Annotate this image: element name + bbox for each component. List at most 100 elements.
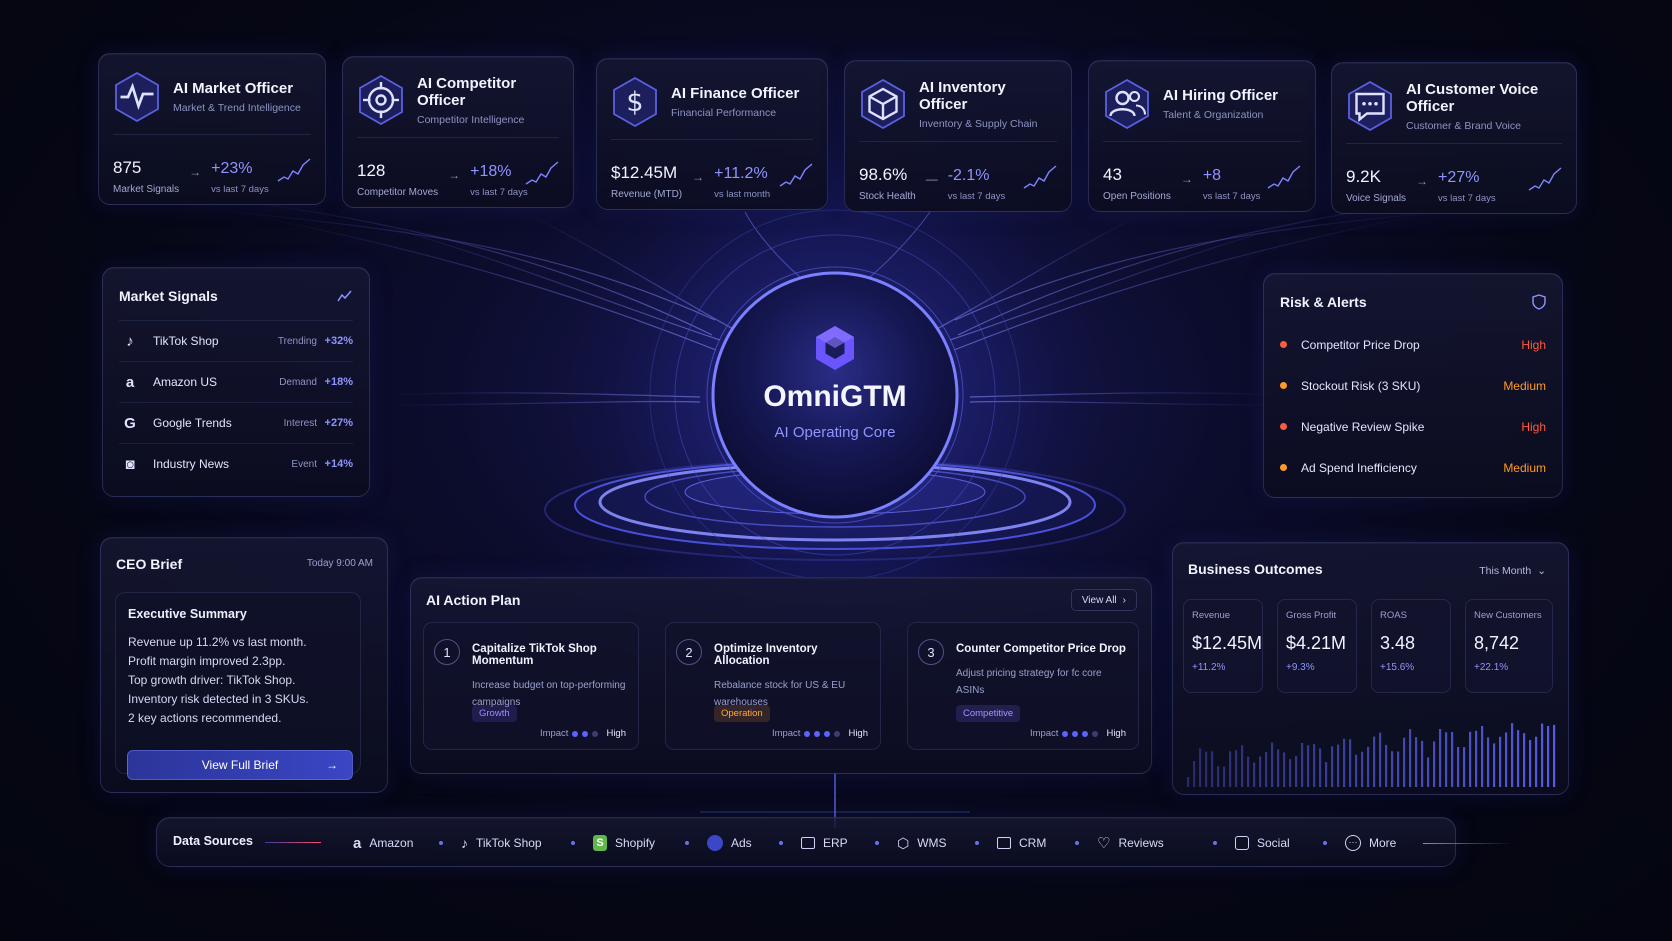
data-source-crm[interactable]: CRM bbox=[997, 820, 1046, 866]
kpi-label: Gross Profit bbox=[1286, 610, 1337, 621]
outcome-bar bbox=[1487, 737, 1490, 787]
action-tag: Growth bbox=[472, 705, 517, 722]
outcome-bar bbox=[1235, 750, 1238, 787]
kpi-change: +11.2% bbox=[1192, 662, 1226, 673]
outcome-bar bbox=[1265, 751, 1268, 787]
outcome-bar bbox=[1481, 725, 1484, 787]
data-source-label: Shopify bbox=[615, 836, 656, 850]
arrow-right-icon: — bbox=[925, 172, 938, 186]
action-card[interactable]: 2 Optimize Inventory Allocation Rebalanc… bbox=[665, 622, 881, 750]
action-number: 3 bbox=[918, 639, 944, 665]
severity-dot bbox=[1280, 464, 1287, 471]
kpi-label: New Customers bbox=[1474, 610, 1542, 621]
outcome-bar bbox=[1313, 744, 1316, 787]
outcome-bar bbox=[1541, 723, 1544, 787]
trend-icon bbox=[337, 290, 352, 302]
officer-change: +23% bbox=[211, 160, 253, 177]
officer-metric-label: Market Signals bbox=[113, 184, 180, 195]
signal-row[interactable]: G Google Trends Interest +27% bbox=[119, 402, 353, 443]
brief-line: Revenue up 11.2% vs last month. bbox=[128, 635, 307, 649]
officer-card[interactable]: AI Hiring Officer Talent & Organization … bbox=[1088, 60, 1316, 212]
risk-row[interactable]: Negative Review Spike High bbox=[1280, 406, 1546, 447]
data-source-tiktok-shop[interactable]: ♪ TikTok Shop bbox=[461, 820, 542, 866]
data-source-label: TikTok Shop bbox=[476, 836, 542, 850]
risk-row[interactable]: Stockout Risk (3 SKU) Medium bbox=[1280, 365, 1546, 406]
kpi-label: ROAS bbox=[1380, 610, 1407, 621]
officer-change: -2.1% bbox=[947, 167, 990, 184]
arrow-right-icon: → bbox=[189, 165, 202, 179]
officer-card[interactable]: AI Competitor Officer Competitor Intelli… bbox=[342, 56, 574, 208]
brief-line: Top growth driver: TikTok Shop. bbox=[128, 673, 296, 687]
severity-dot bbox=[1280, 423, 1287, 430]
brief-line: 2 key actions recommended. bbox=[128, 711, 282, 725]
officer-card[interactable]: AI Customer Voice Officer Customer & Bra… bbox=[1331, 62, 1577, 214]
outcome-bar bbox=[1247, 756, 1250, 787]
data-source-erp[interactable]: ERP bbox=[801, 820, 848, 866]
officer-change: +8 bbox=[1202, 167, 1222, 184]
data-source-wms[interactable]: ⬡ WMS bbox=[897, 820, 947, 866]
data-source-shopify[interactable]: S Shopify bbox=[593, 820, 655, 866]
amazon-icon: a bbox=[353, 834, 362, 852]
officer-comparison: vs last 7 days bbox=[211, 184, 269, 195]
separator-dot bbox=[439, 841, 443, 845]
risk-row[interactable]: Ad Spend Inefficiency Medium bbox=[1280, 447, 1546, 488]
officer-card[interactable]: AI Market Officer Market & Trend Intelli… bbox=[98, 53, 326, 205]
view-all-button[interactable]: View All › bbox=[1070, 589, 1137, 611]
action-card[interactable]: 1 Capitalize TikTok Shop Momentum Increa… bbox=[423, 622, 639, 750]
people-icon bbox=[1103, 78, 1151, 130]
view-full-brief-button[interactable]: View Full Brief → bbox=[127, 750, 353, 780]
action-title: Counter Competitor Price Drop bbox=[956, 643, 1126, 655]
outcome-bar bbox=[1523, 733, 1526, 787]
data-source-reviews[interactable]: ♡ Reviews bbox=[1097, 820, 1164, 866]
outcome-bar bbox=[1547, 725, 1550, 787]
signal-row[interactable]: ♪ TikTok Shop Trending +32% bbox=[119, 320, 353, 361]
outcome-bar-chart bbox=[1187, 723, 1556, 787]
outcome-bar bbox=[1199, 748, 1202, 787]
signal-row[interactable]: a Amazon US Demand +18% bbox=[119, 361, 353, 402]
outcome-bar bbox=[1409, 729, 1412, 787]
outcome-bar bbox=[1379, 732, 1382, 787]
sparkline-icon bbox=[525, 161, 559, 185]
arrow-right-icon: → bbox=[1416, 174, 1429, 188]
core-title: OmniGTM bbox=[763, 380, 907, 413]
action-title: Optimize Inventory Allocation bbox=[714, 643, 818, 667]
outcome-bar bbox=[1553, 724, 1556, 787]
officer-card[interactable]: AI Inventory Officer Inventory & Supply … bbox=[844, 60, 1072, 212]
action-card[interactable]: 3 Counter Competitor Price Drop Adjust p… bbox=[907, 622, 1139, 750]
view-all-label: View All bbox=[1081, 594, 1117, 606]
impact-value: High bbox=[1106, 728, 1126, 739]
outcome-bar bbox=[1229, 751, 1232, 787]
action-plan-panel: AI Action Plan View All › 1 Capitalize Ti… bbox=[410, 577, 1152, 774]
outcome-bar bbox=[1253, 762, 1256, 787]
officer-metric-label: Revenue (MTD) bbox=[611, 189, 683, 200]
signal-row[interactable]: ◙ Industry News Event +14% bbox=[119, 443, 353, 484]
outcome-bar bbox=[1469, 731, 1472, 787]
sparkline-icon bbox=[277, 158, 311, 182]
social-icon bbox=[1235, 836, 1249, 850]
outcome-bar bbox=[1499, 736, 1502, 787]
core-subtitle: AI Operating Core bbox=[774, 424, 896, 441]
data-source-more[interactable]: ··· More bbox=[1345, 820, 1396, 866]
kpi-value: $12.45M bbox=[1192, 633, 1263, 653]
data-source-amazon[interactable]: a Amazon bbox=[353, 820, 413, 866]
divider bbox=[1346, 143, 1562, 144]
officer-subtitle: Customer & Brand Voice bbox=[1406, 119, 1521, 132]
action-title: Capitalize TikTok Shop Momentum bbox=[472, 643, 597, 667]
risk-row[interactable]: Competitor Price Drop High bbox=[1280, 324, 1546, 365]
outcome-bar bbox=[1421, 740, 1424, 787]
business-outcomes-title: Business Outcomes bbox=[1188, 561, 1323, 577]
chevron-right-icon: › bbox=[1122, 594, 1126, 606]
officer-change: +11.2% bbox=[714, 165, 768, 182]
data-source-ads[interactable]: Ads bbox=[707, 820, 752, 866]
brief-line: Inventory risk detected in 3 SKUs. bbox=[128, 692, 309, 706]
wms-icon: ⬡ bbox=[897, 834, 910, 851]
action-plan-title: AI Action Plan bbox=[426, 592, 521, 608]
data-source-social[interactable]: Social bbox=[1235, 820, 1290, 866]
period-dropdown[interactable]: This Month ⌄ bbox=[1479, 565, 1546, 577]
outcome-bar bbox=[1403, 737, 1406, 787]
outcome-bar bbox=[1319, 748, 1322, 787]
data-source-label: CRM bbox=[1019, 836, 1047, 850]
view-full-brief-label: View Full Brief bbox=[201, 758, 279, 772]
officer-card[interactable]: $ AI Finance Officer Financial Performan… bbox=[596, 58, 828, 210]
outcome-bar bbox=[1355, 754, 1358, 787]
